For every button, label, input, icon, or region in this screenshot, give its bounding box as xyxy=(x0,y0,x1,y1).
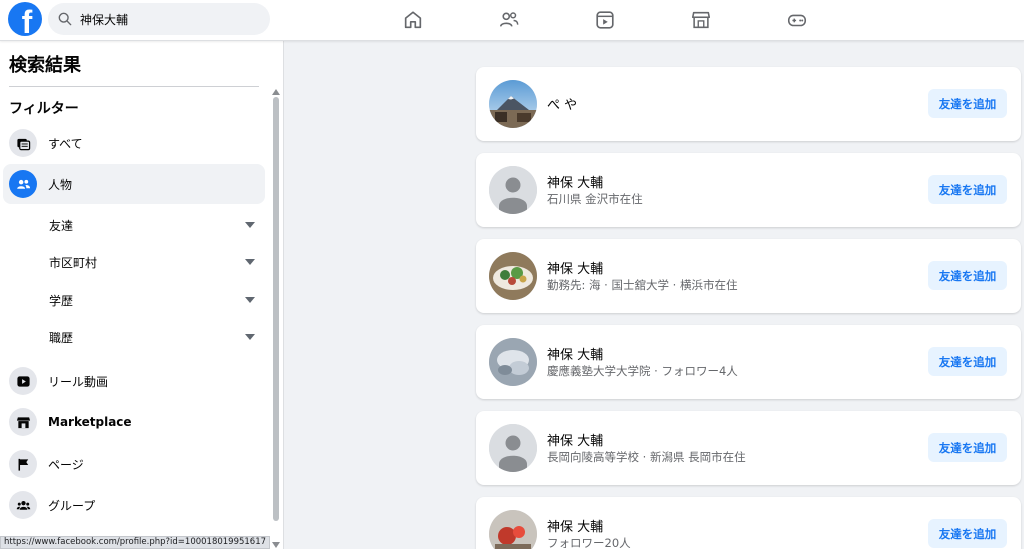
profile-avatar[interactable] xyxy=(489,166,537,214)
caret-down-icon xyxy=(245,334,255,340)
result-card[interactable]: ぺ や 友達を追加 xyxy=(476,67,1021,141)
result-detail: 慶應義塾大学大学院 · フォロワー4人 xyxy=(547,364,738,378)
people-icon xyxy=(9,170,37,198)
home-icon xyxy=(404,11,422,29)
main-nav-icons xyxy=(365,0,845,40)
sidebar-title: 検索結果 xyxy=(9,55,81,76)
sub-filter-label: 職歴 xyxy=(49,330,74,345)
result-detail: フォロワー20人 xyxy=(547,536,631,549)
result-name[interactable]: 神保 大輔 xyxy=(547,430,603,449)
sidebar-item-label: 人物 xyxy=(48,177,73,192)
nav-video[interactable] xyxy=(557,0,653,40)
sidebar-item-label: リール動画 xyxy=(48,374,109,389)
result-name[interactable]: 神保 大輔 xyxy=(547,258,603,277)
profile-avatar[interactable] xyxy=(489,510,537,549)
sidebar-item-people[interactable]: 人物 xyxy=(3,164,265,204)
sub-filter-work[interactable]: 職歴 xyxy=(49,322,259,352)
profile-avatar[interactable] xyxy=(489,252,537,300)
add-friend-button[interactable]: 友達を追加 xyxy=(928,347,1007,376)
sub-filter-label: 市区町村 xyxy=(49,255,98,270)
sidebar-item-label: ページ xyxy=(48,457,84,472)
sidebar-item-label: Marketplace xyxy=(48,415,132,429)
sub-filter-city[interactable]: 市区町村 xyxy=(49,247,259,277)
result-name[interactable]: 神保 大輔 xyxy=(547,516,603,535)
gaming-icon xyxy=(787,14,807,27)
result-detail: 勤務先: 海 · 国士舘大学 · 横浜市在住 xyxy=(547,278,738,292)
result-card[interactable]: 神保 大輔 石川県 金沢市在住 友達を追加 xyxy=(476,153,1021,227)
result-detail: 長岡向陵高等学校 · 新潟県 長岡市在住 xyxy=(547,450,746,464)
search-input[interactable] xyxy=(80,12,260,26)
sub-filter-label: 友達 xyxy=(49,218,74,233)
groups-icon xyxy=(9,491,37,519)
search-filters-sidebar: 検索結果 フィルター すべて 人物 友達 市区町村 学歴 職歴 リール動画 Ma… xyxy=(0,41,284,549)
nav-friends[interactable] xyxy=(461,0,557,40)
logo-letter: f xyxy=(21,4,33,36)
sidebar-item-reels[interactable]: リール動画 xyxy=(3,361,265,401)
profile-avatar[interactable] xyxy=(489,424,537,472)
sidebar-item-marketplace[interactable]: Marketplace xyxy=(3,402,265,442)
caret-down-icon xyxy=(245,297,255,303)
marketplace-icon xyxy=(9,408,37,436)
sidebar-item-groups[interactable]: グループ xyxy=(3,485,265,525)
sidebar-item-label: すべて xyxy=(48,136,83,151)
result-name[interactable]: ぺ や xyxy=(547,94,577,113)
status-bar-url: https://www.facebook.com/profile.php?id=… xyxy=(0,536,271,549)
sub-filter-friends[interactable]: 友達 xyxy=(49,210,259,240)
profile-avatar[interactable] xyxy=(489,80,537,128)
top-navigation-bar: f xyxy=(0,0,1024,41)
facebook-logo[interactable]: f xyxy=(8,2,42,36)
result-card[interactable]: 神保 大輔 勤務先: 海 · 国士舘大学 · 横浜市在住 友達を追加 xyxy=(476,239,1021,313)
result-name[interactable]: 神保 大輔 xyxy=(547,344,603,363)
reels-icon xyxy=(9,367,37,395)
sidebar-item-label: グループ xyxy=(48,498,96,513)
marketplace-icon xyxy=(691,11,711,29)
nav-gaming[interactable] xyxy=(749,0,845,40)
profile-avatar[interactable] xyxy=(489,338,537,386)
scroll-down-arrow-icon[interactable] xyxy=(272,542,280,548)
video-icon xyxy=(596,11,614,29)
search-box[interactable] xyxy=(48,3,270,35)
result-detail: 石川県 金沢市在住 xyxy=(547,192,643,206)
caret-down-icon xyxy=(245,259,255,265)
scroll-up-arrow-icon[interactable] xyxy=(272,89,280,95)
add-friend-button[interactable]: 友達を追加 xyxy=(928,89,1007,118)
add-friend-button[interactable]: 友達を追加 xyxy=(928,261,1007,290)
sidebar-scrollbar[interactable] xyxy=(271,89,281,549)
result-card[interactable]: 神保 大輔 フォロワー20人 友達を追加 xyxy=(476,497,1021,549)
scroll-thumb[interactable] xyxy=(273,97,279,521)
all-results-icon xyxy=(9,129,37,157)
friends-icon xyxy=(499,12,519,27)
add-friend-button[interactable]: 友達を追加 xyxy=(928,519,1007,548)
result-name[interactable]: 神保 大輔 xyxy=(547,172,603,191)
filter-heading: フィルター xyxy=(9,101,79,117)
search-icon xyxy=(58,12,72,26)
caret-down-icon xyxy=(245,222,255,228)
result-card[interactable]: 神保 大輔 慶應義塾大学大学院 · フォロワー4人 友達を追加 xyxy=(476,325,1021,399)
flag-icon xyxy=(9,450,37,478)
sidebar-item-all[interactable]: すべて xyxy=(3,123,265,163)
divider xyxy=(9,86,259,87)
nav-home[interactable] xyxy=(365,0,461,40)
sub-filter-label: 学歴 xyxy=(49,293,74,308)
result-card[interactable]: 神保 大輔 長岡向陵高等学校 · 新潟県 長岡市在住 友達を追加 xyxy=(476,411,1021,485)
sub-filter-education[interactable]: 学歴 xyxy=(49,285,259,315)
add-friend-button[interactable]: 友達を追加 xyxy=(928,433,1007,462)
nav-marketplace[interactable] xyxy=(653,0,749,40)
sidebar-item-pages[interactable]: ページ xyxy=(3,444,265,484)
add-friend-button[interactable]: 友達を追加 xyxy=(928,175,1007,204)
